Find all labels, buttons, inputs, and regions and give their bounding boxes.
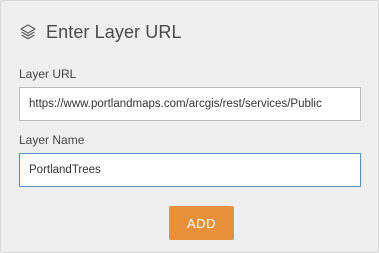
layer-url-input[interactable] — [19, 87, 361, 121]
layers-icon — [19, 23, 37, 41]
add-layer-panel: Enter Layer URL Layer URL Layer Name ADD — [0, 0, 379, 253]
layer-name-input[interactable] — [19, 153, 361, 187]
layer-name-label: Layer Name — [19, 133, 85, 147]
layer-url-label: Layer URL — [19, 67, 77, 81]
panel-header: Enter Layer URL — [19, 19, 182, 45]
add-button[interactable]: ADD — [169, 206, 234, 240]
panel-title: Enter Layer URL — [46, 21, 182, 42]
